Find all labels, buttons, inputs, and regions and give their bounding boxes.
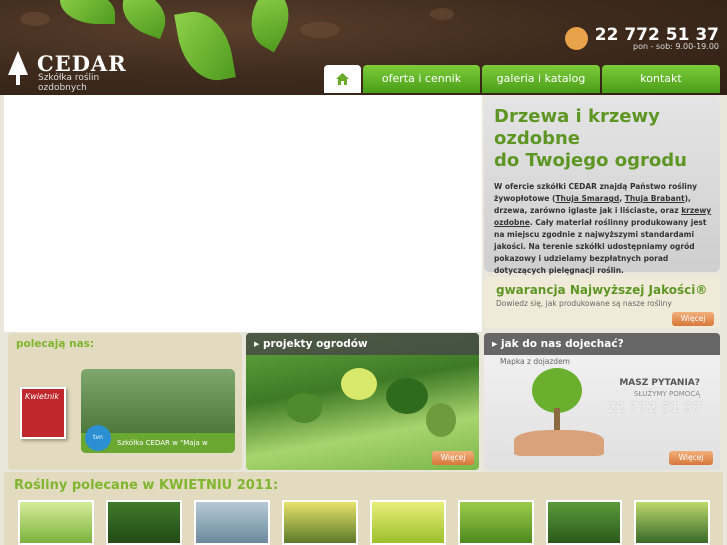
map-label[interactable]: Mapka z dojazdem bbox=[500, 357, 570, 366]
home-tab[interactable] bbox=[324, 65, 361, 93]
garden-bush bbox=[286, 393, 322, 423]
video-panel[interactable] bbox=[4, 95, 482, 332]
promo-box: Drzewa i krzewy ozdobne do Twojego ogrodu … bbox=[484, 97, 720, 275]
garden-bush bbox=[426, 403, 456, 437]
plant-thumbnail[interactable] bbox=[370, 500, 446, 545]
questions-heading: MASZ PYTANIA? bbox=[619, 378, 700, 388]
nav-item-offer[interactable]: oferta i cennik bbox=[363, 65, 480, 93]
guarantee-more-button[interactable]: Więcej bbox=[672, 312, 714, 326]
help-text: SŁUŻYMY POMOCĄ bbox=[633, 390, 700, 398]
leaf-decoration bbox=[174, 6, 236, 86]
leaf-decoration bbox=[239, 0, 301, 53]
logo-subtitle: Szkółka roślin ozdobnych bbox=[38, 73, 100, 93]
directions-phone: 22 772 51 37 bbox=[607, 401, 702, 416]
magazine-title: Kwietnik bbox=[25, 392, 59, 401]
tree-in-hand-image bbox=[514, 368, 604, 458]
contact: 22 772 51 37 pon - sob: 9.00-19.00 bbox=[564, 25, 719, 53]
plant-thumbnail[interactable] bbox=[194, 500, 270, 545]
projects-more-button[interactable]: Więcej bbox=[432, 451, 474, 465]
directions-title: ▸ jak do nas dojechać? bbox=[484, 333, 720, 355]
plant-thumbnail[interactable] bbox=[634, 500, 710, 545]
magazine-cover[interactable]: Kwietnik bbox=[20, 387, 66, 439]
tv-video-thumbnail[interactable]: Szkółka CEDAR w "Maja w Ogrodzie" tvn me… bbox=[81, 369, 235, 453]
link-thuja-smaragd[interactable]: Thuja Smaragd bbox=[555, 194, 619, 203]
tree-icon bbox=[8, 51, 28, 85]
header: CEDAR Szkółka roślin ozdobnych 22 772 51… bbox=[0, 0, 727, 95]
leaf-decoration bbox=[60, 0, 115, 24]
garden-bush bbox=[386, 378, 428, 414]
soil-texture bbox=[300, 22, 340, 38]
home-icon bbox=[336, 73, 349, 85]
projects-box[interactable]: ▸ projekty ogrodów Więcej bbox=[246, 333, 479, 470]
recommend-title: polecają nas: bbox=[16, 338, 95, 350]
plant-thumbnail[interactable] bbox=[282, 500, 358, 545]
nav-item-contact[interactable]: kontakt bbox=[602, 65, 720, 93]
guarantee-subtitle: Dowiedz się, jak produkowane są nasze ro… bbox=[496, 299, 672, 308]
phone-icon bbox=[564, 27, 588, 50]
projects-title: ▸ projekty ogrodów bbox=[246, 333, 479, 355]
plant-thumbnail[interactable] bbox=[458, 500, 534, 545]
garden-bush bbox=[341, 368, 377, 400]
leaf-decoration bbox=[114, 0, 174, 40]
soil-texture bbox=[20, 12, 50, 26]
promo-title: Drzewa i krzewy ozdobne do Twojego ogrodu bbox=[494, 106, 687, 171]
directions-more-button[interactable]: Więcej bbox=[669, 451, 713, 465]
soil-texture bbox=[430, 8, 454, 20]
guarantee-title: gwarancja Najwyższej Jakości® bbox=[496, 283, 708, 297]
quality-guarantee: gwarancja Najwyższej Jakości® Dowiedz si… bbox=[484, 277, 720, 328]
nav-item-gallery[interactable]: galeria i katalog bbox=[482, 65, 600, 93]
directions-box[interactable]: ▸ jak do nas dojechać? Mapka z dojazdem … bbox=[484, 333, 720, 470]
contact-hours: pon - sob: 9.00-19.00 bbox=[633, 42, 719, 51]
plant-thumbnail[interactable] bbox=[18, 500, 94, 545]
recommended-title: Rośliny polecane w KWIETNIU 2011: bbox=[14, 478, 279, 493]
plant-thumbnail[interactable] bbox=[106, 500, 182, 545]
tvn-meteo-logo: tvn meteo bbox=[85, 425, 111, 451]
promo-text: W ofercie szkółki CEDAR znajdą Państwo r… bbox=[494, 182, 712, 275]
recommend-box: polecają nas: Kwietnik Szkółka CEDAR w "… bbox=[8, 333, 242, 470]
link-thuja-brabant[interactable]: Thuja Brabant bbox=[625, 194, 685, 203]
logo[interactable]: CEDAR Szkółka roślin ozdobnych bbox=[6, 51, 146, 93]
plant-thumbnail[interactable] bbox=[546, 500, 622, 545]
